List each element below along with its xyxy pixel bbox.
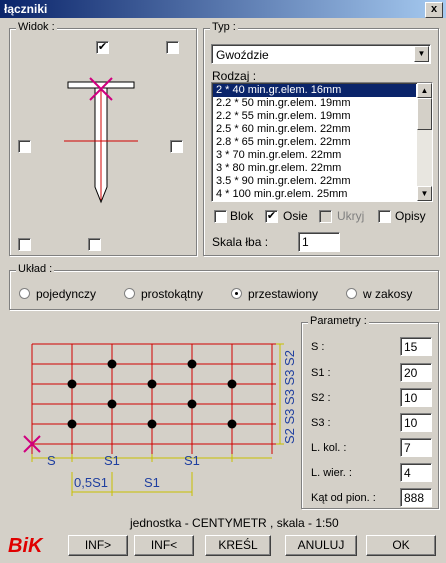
rodzaj-scrollbar[interactable]: ▲ ▼ [417,83,432,201]
type-dropdown[interactable]: Gwoździe ▼ [211,44,431,64]
widok-checkbox-left[interactable] [18,140,31,153]
rodzaj-listbox[interactable]: 2 * 40 min.gr.elem. 16mm 2.2 * 50 min.gr… [211,82,433,202]
w-zakosy-label: w zakosy [363,287,413,301]
scroll-down-icon[interactable]: ▼ [417,186,432,201]
widok-label: Widok : [16,21,57,33]
param-s2-label: S2 : [311,392,331,404]
ukryj-checkbox [319,210,332,223]
type-dropdown-value: Gwoździe [216,48,269,62]
skala-label: Skala łba : [212,235,269,249]
bik-logo: BiK [8,535,43,557]
scroll-up-icon[interactable]: ▲ [417,83,432,98]
radio-prostokatny[interactable] [124,288,135,299]
blok-checkbox[interactable] [214,210,227,223]
param-s-input[interactable]: 15 [400,337,432,356]
skala-input[interactable]: 1 [298,232,340,252]
radio-przestawiony[interactable] [231,288,242,299]
status-text: jednostka - CENTYMETR , skala - 1:50 [130,516,339,530]
ukryj-label: Ukryj [337,209,365,223]
param-lkol-label: L. kol. : [311,442,347,454]
param-lwier-label: L. wier. : [311,467,352,479]
widok-checkbox-bottom-left[interactable] [18,238,31,251]
list-item[interactable]: 2.8 * 65 min.gr.elem. 22mm [213,136,416,149]
param-kat-input[interactable]: 888 [400,488,432,507]
dim-half-s1: 0,5S1 [74,475,108,490]
opisy-label: Opisy [395,209,426,223]
window-title: łączniki [4,2,48,16]
dim-s1-first: S1 [104,453,120,468]
list-item[interactable]: 2.5 * 60 min.gr.elem. 22mm [213,123,416,136]
widok-checkbox-top-right[interactable] [166,41,179,54]
blok-label: Blok [230,209,254,223]
inf-next-button[interactable]: INF> [68,535,128,556]
param-s-label: S : [311,341,325,353]
typ-label: Typ : [210,21,238,33]
nail-preview [64,77,138,204]
widok-checkbox-top[interactable]: ✔ [96,41,109,54]
param-lwier-input[interactable]: 4 [400,463,432,482]
dim-s1-bottom: S1 [144,475,160,490]
prostokatny-label: prostokątny [141,287,204,301]
kresl-button[interactable]: KREŚL [205,535,271,556]
radio-w-zakosy[interactable] [346,288,357,299]
widok-checkbox-bottom[interactable] [88,238,101,251]
osie-checkbox[interactable]: ✔ [265,210,278,223]
uklad-label: Układ : [16,263,55,275]
dim-vertical-label: S2 S3 S3 S3 S2 [282,350,297,444]
ok-button[interactable]: OK [366,535,436,556]
list-item[interactable]: 2.2 * 50 min.gr.elem. 19mm [213,97,416,110]
param-s3-label: S3 : [311,417,331,429]
list-item[interactable]: 3 * 70 min.gr.elem. 22mm [213,149,416,162]
title-bar: łączniki x [0,0,446,18]
close-button[interactable]: x [425,2,443,18]
scroll-thumb[interactable] [417,98,432,130]
radio-pojedynczy[interactable] [19,288,30,299]
opisy-checkbox[interactable] [378,210,391,223]
param-kat-label: Kąt od pion. : [311,492,376,504]
parametry-label: Parametry : [308,315,369,327]
rodzaj-list: 2 * 40 min.gr.elem. 16mm 2.2 * 50 min.gr… [213,84,416,201]
chevron-down-icon[interactable]: ▼ [414,46,429,62]
anuluj-button[interactable]: ANULUJ [285,535,357,556]
list-item[interactable]: 2 * 40 min.gr.elem. 16mm [213,84,416,97]
pojedynczy-label: pojedynczy [36,287,97,301]
list-item[interactable]: 3 * 80 min.gr.elem. 22mm [213,162,416,175]
widok-checkbox-right[interactable] [170,140,183,153]
przestawiony-label: przestawiony [248,287,319,301]
param-lkol-input[interactable]: 7 [400,438,432,457]
param-s1-label: S1 : [311,367,331,379]
param-s1-input[interactable]: 20 [400,363,432,382]
list-item[interactable]: 3.5 * 90 min.gr.elem. 22mm [213,175,416,188]
inf-prev-button[interactable]: INF< [134,535,194,556]
osie-label: Osie [283,209,308,223]
param-s3-input[interactable]: 10 [400,413,432,432]
dim-s1-second: S1 [184,453,200,468]
list-item[interactable]: 4 * 100 min.gr.elem. 25mm [213,188,416,201]
rodzaj-label: Rodzaj : [212,69,257,83]
param-s2-input[interactable]: 10 [400,388,432,407]
list-item[interactable]: 2.2 * 55 min.gr.elem. 19mm [213,110,416,123]
layout-diagram: S2 S3 S3 S3 S2 S S1 S1 0,5S1 S1 [23,343,297,496]
dim-s: S [47,453,56,468]
